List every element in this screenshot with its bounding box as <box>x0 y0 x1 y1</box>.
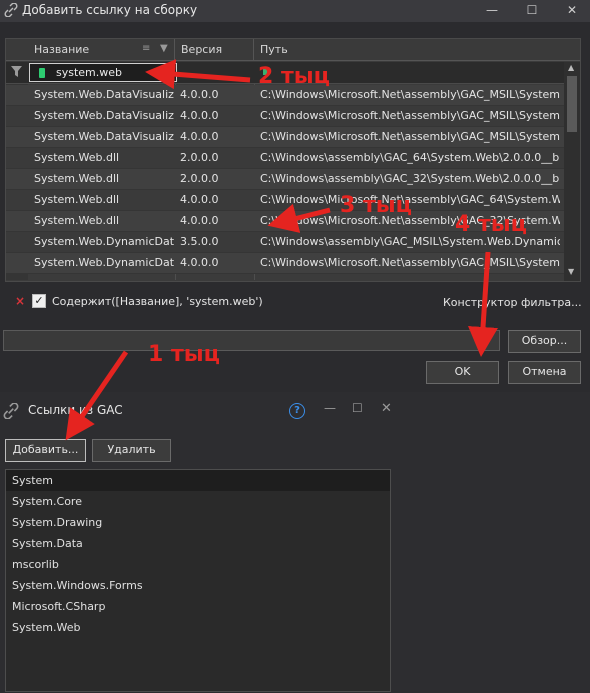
annotation-step3: 3 тыц <box>340 193 412 218</box>
arrow-step3 <box>267 203 331 233</box>
annotation-arrows <box>65 59 498 441</box>
annotation-step1: 1 тыц <box>148 342 220 367</box>
arrow-step2 <box>145 59 251 90</box>
arrow-step4 <box>468 251 498 357</box>
annotation-step2: 2 тыц <box>258 64 330 89</box>
arrow-step1 <box>65 350 129 441</box>
annotation-step4: 4 тыц <box>455 212 527 237</box>
